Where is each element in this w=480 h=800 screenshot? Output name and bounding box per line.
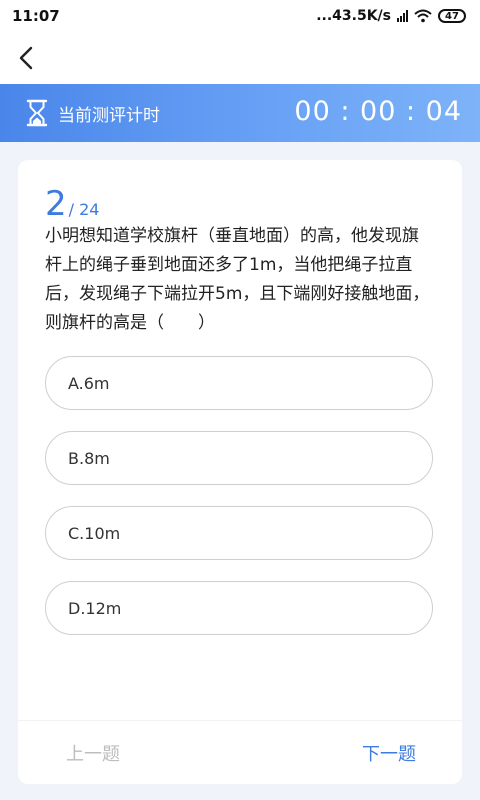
prev-question-button[interactable]: 上一题 xyxy=(66,740,120,766)
status-indicators: ...43.5K/s 47 xyxy=(316,8,466,24)
network-speed: ...43.5K/s xyxy=(316,8,391,24)
timer-bar: 当前测评计时 00 : 00 : 04 xyxy=(0,84,480,142)
option-d[interactable]: D.12m xyxy=(45,581,433,635)
question-number: 2/ 24 xyxy=(45,184,99,224)
option-label: A.6m xyxy=(68,373,110,393)
option-label: B.8m xyxy=(68,448,110,468)
option-c[interactable]: C.10m xyxy=(45,506,433,560)
option-a[interactable]: A.6m xyxy=(45,356,433,410)
question-card: 2/ 24 小明想知道学校旗杆（垂直地面）的高，他发现旗杆上的绳子垂到地面还多了… xyxy=(18,160,462,784)
hourglass-icon xyxy=(26,99,48,127)
question-current: 2 xyxy=(45,184,67,224)
divider xyxy=(18,720,462,721)
wifi-icon xyxy=(414,9,432,23)
option-b[interactable]: B.8m xyxy=(45,431,433,485)
option-label: D.12m xyxy=(68,598,122,618)
nav-bar xyxy=(0,32,480,84)
question-text: 小明想知道学校旗杆（垂直地面）的高，他发现旗杆上的绳子垂到地面还多了1m，当他把… xyxy=(45,226,430,333)
signal-icon xyxy=(397,10,408,22)
timer-value: 00 : 00 : 04 xyxy=(294,96,462,127)
question-total: / 24 xyxy=(68,200,100,219)
status-time: 11:07 xyxy=(12,7,60,25)
option-label: C.10m xyxy=(68,523,121,543)
next-question-button[interactable]: 下一题 xyxy=(362,740,416,766)
battery-icon: 47 xyxy=(438,9,466,23)
status-bar: 11:07 ...43.5K/s 47 xyxy=(0,0,480,32)
timer-label: 当前测评计时 xyxy=(58,106,160,126)
chevron-left-icon[interactable] xyxy=(12,42,44,74)
